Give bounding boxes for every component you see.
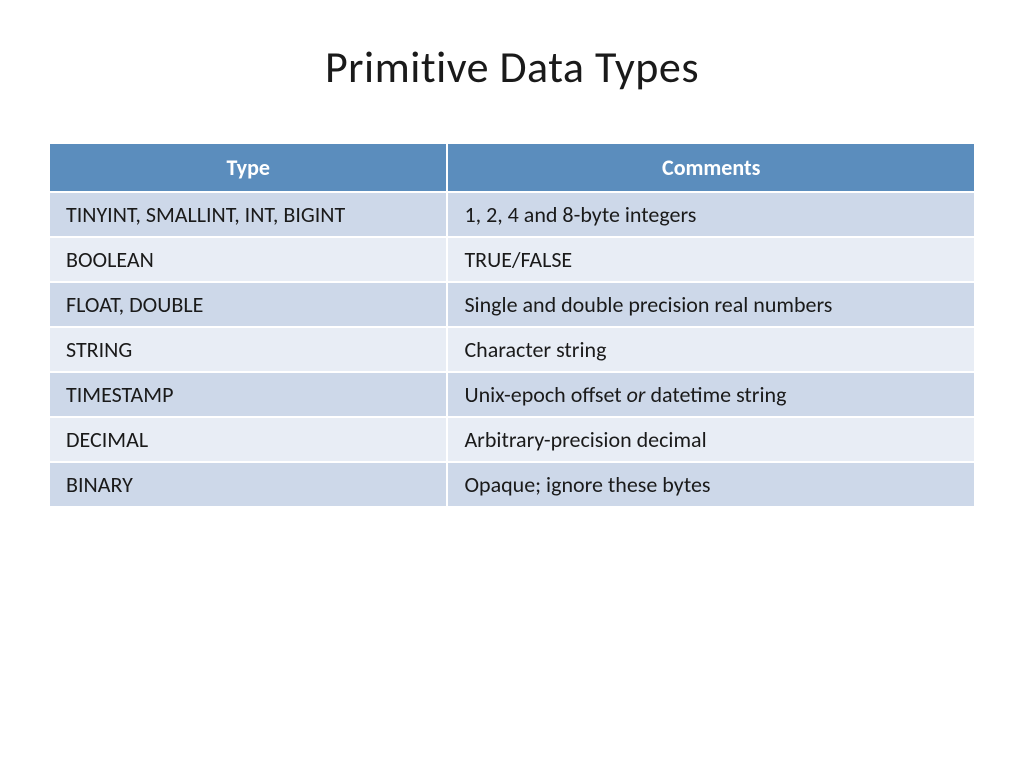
text-part: TRUE/FALSE (464, 246, 572, 273)
header-type: Type (50, 144, 446, 191)
cell-type: STRING (50, 328, 446, 371)
data-types-table: Type Comments TINYINT, SMALLINT, INT, BI… (48, 142, 976, 508)
table-row: BINARY Opaque; ignore these bytes (50, 463, 974, 506)
text-part: Arbitrary-precision decimal (464, 426, 706, 453)
table-body: TINYINT, SMALLINT, INT, BIGINT 1, 2, 4 an… (50, 193, 974, 506)
text-part: Opaque; ignore these bytes (464, 471, 710, 498)
cell-comment: Character string (448, 328, 974, 371)
table-row: BOOLEAN TRUE/FALSE (50, 238, 974, 281)
cell-type: FLOAT, DOUBLE (50, 283, 446, 326)
text-part: datetime string (645, 381, 786, 408)
cell-comment: Single and double precision real numbers (448, 283, 974, 326)
slide: Primitive Data Types Type Comments TINYI… (0, 0, 1024, 768)
table-row: FLOAT, DOUBLE Single and double precision… (50, 283, 974, 326)
cell-comment: Arbitrary-precision decimal (448, 418, 974, 461)
cell-comment: TRUE/FALSE (448, 238, 974, 281)
text-part: Single and double precision real numbers (464, 291, 832, 318)
table-row: STRING Character string (50, 328, 974, 371)
text-part: Unix-epoch offset (464, 381, 626, 408)
cell-comment: 1, 2, 4 and 8-byte integers (448, 193, 974, 236)
table-header-row: Type Comments (50, 144, 974, 191)
text-part: Character string (464, 336, 606, 363)
table-row: TIMESTAMPUnix-epoch offset or datetime s… (50, 373, 974, 416)
table-row: TINYINT, SMALLINT, INT, BIGINT 1, 2, 4 an… (50, 193, 974, 236)
table-row: DECIMAL Arbitrary-precision decimal (50, 418, 974, 461)
text-part: 1, 2, 4 and 8-byte integers (464, 201, 696, 228)
cell-comment: Unix-epoch offset or datetime string (448, 373, 974, 416)
cell-type: TINYINT, SMALLINT, INT, BIGINT (50, 193, 446, 236)
cell-type: BINARY (50, 463, 446, 506)
header-comments: Comments (448, 144, 974, 191)
cell-type: BOOLEAN (50, 238, 446, 281)
cell-type: TIMESTAMP (50, 373, 446, 416)
cell-comment: Opaque; ignore these bytes (448, 463, 974, 506)
italic-text: or (627, 381, 646, 408)
cell-type: DECIMAL (50, 418, 446, 461)
page-title: Primitive Data Types (48, 40, 976, 94)
